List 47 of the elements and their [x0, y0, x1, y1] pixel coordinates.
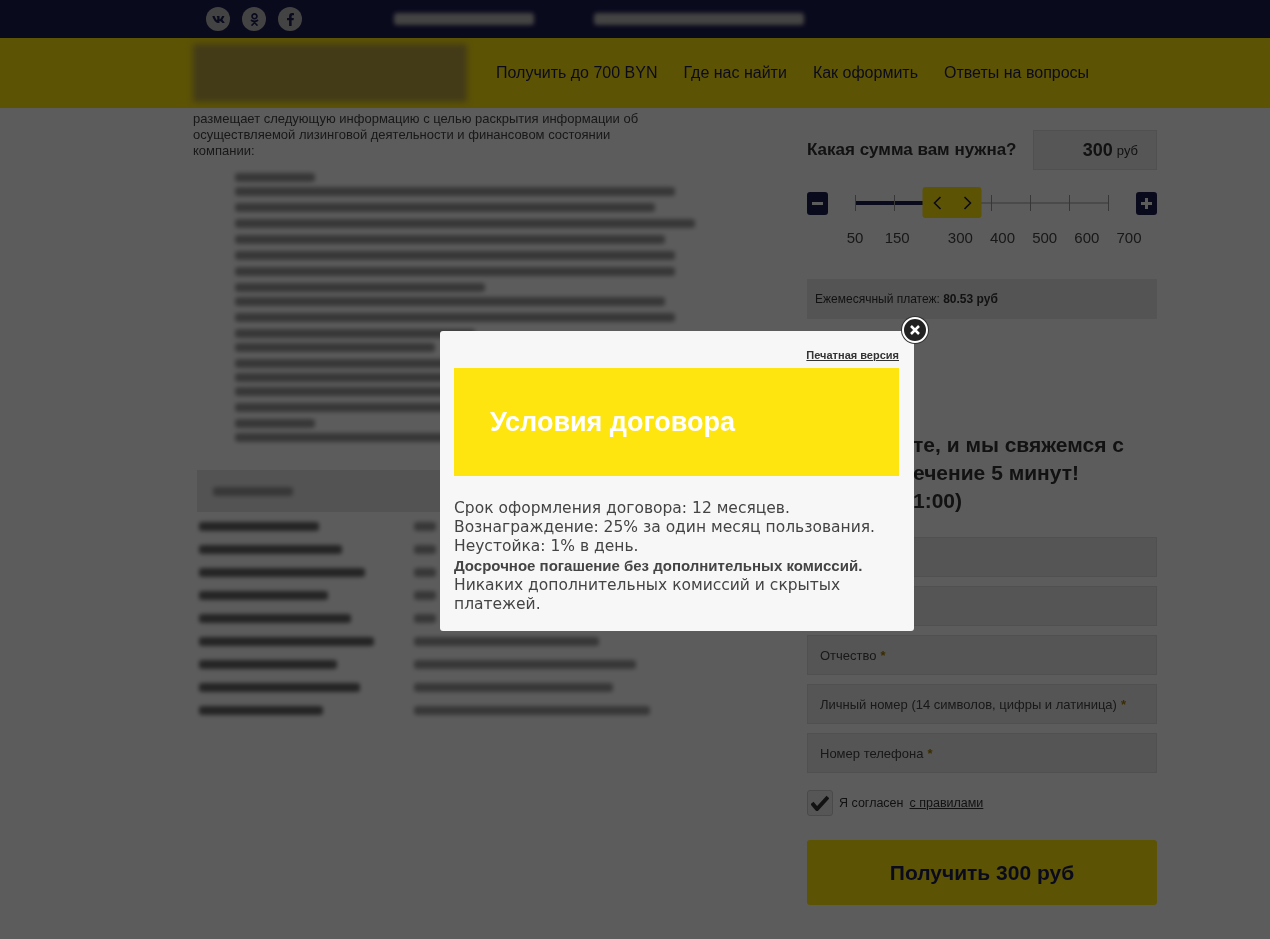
- agree-checkbox[interactable]: [807, 790, 833, 816]
- form-heading: ечение 5 минут!: [913, 460, 1080, 486]
- close-icon: [910, 325, 920, 335]
- tick-label: 500: [1032, 229, 1058, 246]
- slider-thumb[interactable]: [922, 187, 982, 218]
- odnoklassniki-icon[interactable]: [242, 7, 266, 31]
- nav-link[interactable]: Где нас найти: [670, 64, 800, 82]
- tick-label: 300: [947, 229, 973, 246]
- tick-label: 400: [990, 229, 1016, 246]
- tick-label: 700: [1116, 229, 1142, 246]
- minus-button[interactable]: [807, 191, 828, 215]
- nav-link[interactable]: Получить до 700 BYN: [483, 64, 671, 82]
- input-field[interactable]: Личный номер (14 символов, цифры и латиница) *: [807, 684, 1157, 724]
- terms-text: Досрочное погашение без дополнительных комиссий.: [454, 556, 863, 576]
- terms-text: Срок оформления договора: 12 месяцев.: [454, 499, 790, 518]
- vk-icon[interactable]: [206, 7, 230, 31]
- blurred-text: [414, 522, 436, 531]
- blurred-text: [414, 545, 436, 554]
- rules-link[interactable]: с правилами: [909, 796, 984, 810]
- intro-paragraph: размещает следующую информацию с целью раскрытия информации об осуществляемой лизинговой деятельности и финансовом состоянии компании:: [193, 111, 640, 159]
- tick-label: 150: [884, 229, 910, 246]
- modal-title: Условия договора: [490, 406, 736, 438]
- terms-text: Вознаграждение: 25% за один месяц пользования.: [454, 518, 875, 537]
- terms-text: Неустойка: 1% в день.: [454, 537, 639, 556]
- monthly-payment: Ежемесячный платеж: 80.53 руб: [807, 279, 1157, 319]
- amount-question: Какая сумма вам нужна?: [807, 140, 1017, 160]
- blurred-text: [414, 614, 436, 623]
- blurred-text: [414, 568, 436, 577]
- input-field[interactable]: Отчество *: [807, 635, 1157, 675]
- plus-button[interactable]: [1136, 191, 1157, 215]
- print-link[interactable]: Печатная версия: [806, 349, 899, 361]
- nav-link[interactable]: Ответы на вопросы: [931, 64, 1103, 82]
- plus-icon: [1141, 197, 1152, 209]
- facebook-icon[interactable]: [278, 7, 302, 31]
- minus-icon: [812, 201, 823, 205]
- input-field[interactable]: Номер телефона *: [807, 733, 1157, 773]
- agree-label: Я согласен: [839, 796, 904, 810]
- terms-text: Никаких дополнительных комиссий и скрытых платежей.: [454, 576, 842, 614]
- close-button[interactable]: [902, 317, 928, 343]
- tick-label: 600: [1074, 229, 1100, 246]
- submit-button[interactable]: Получить 300 руб: [807, 840, 1157, 905]
- tick-label: 50: [846, 229, 864, 246]
- blurred-text: [414, 591, 436, 600]
- form-heading: 1:00): [913, 488, 964, 514]
- amount-field[interactable]: 300 руб: [1033, 130, 1157, 170]
- nav-link[interactable]: Как оформить: [799, 64, 931, 82]
- form-heading: те, и мы свяжемся с: [913, 432, 1125, 458]
